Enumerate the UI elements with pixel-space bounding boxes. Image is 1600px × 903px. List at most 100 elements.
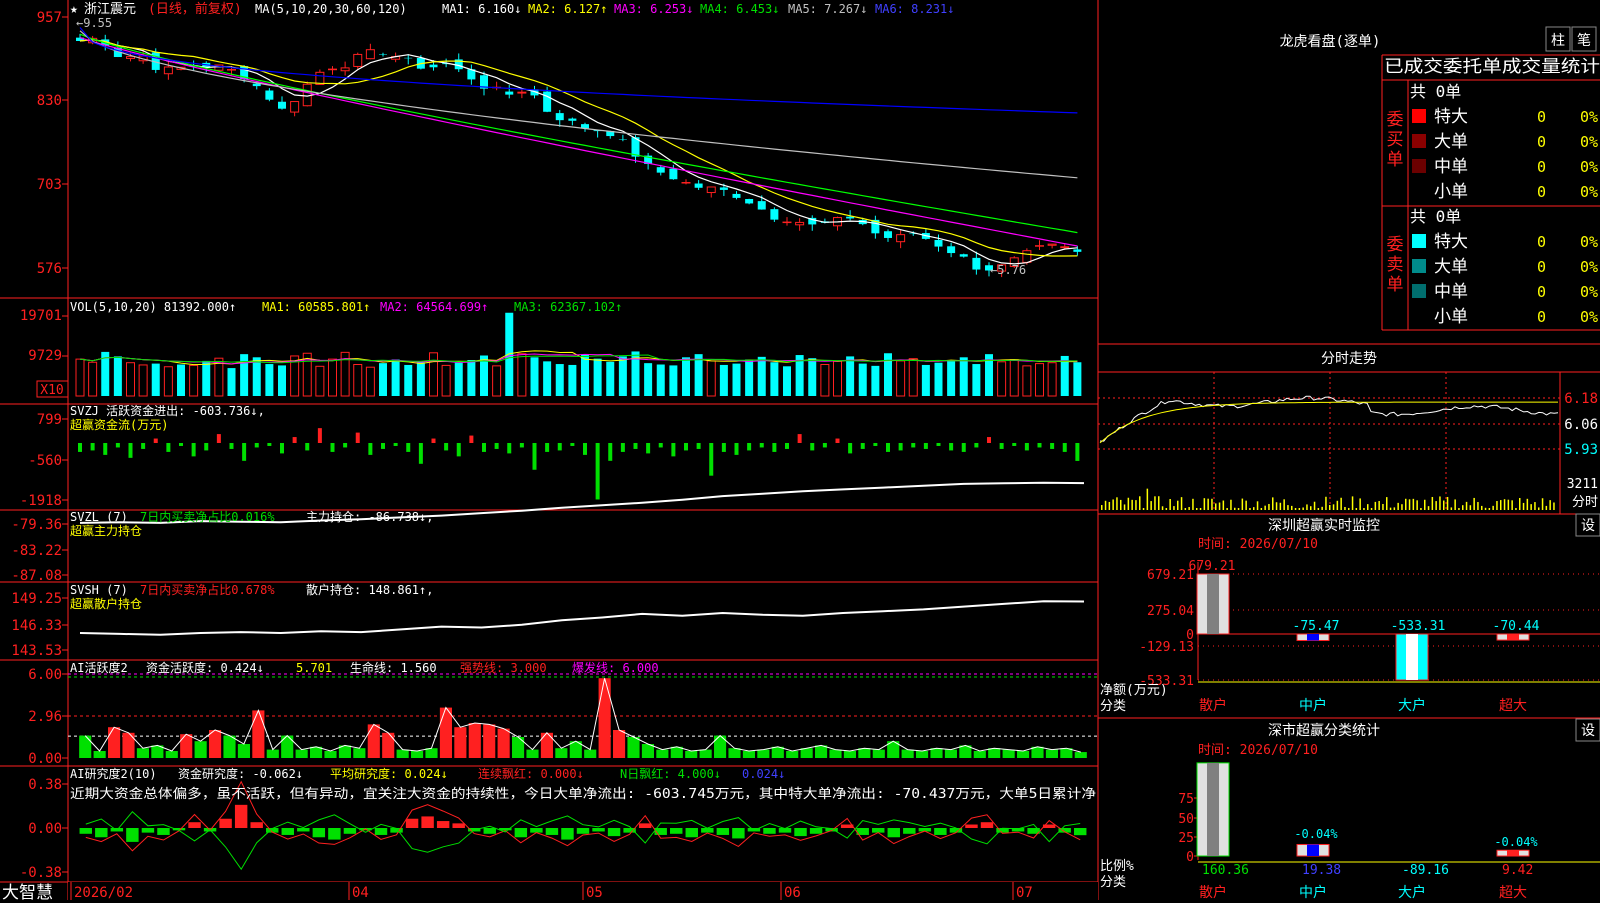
- monitor-category: 超大: [1499, 698, 1527, 714]
- flow-bar-negative: [936, 443, 941, 446]
- intraday-volume-bar: [1408, 499, 1411, 510]
- intraday-volume-bar: [1127, 497, 1130, 510]
- candle-up: [227, 69, 236, 71]
- classify-title: 深市超赢分类统计: [1268, 722, 1380, 739]
- y-tick-retail-hold: 146.33: [11, 618, 62, 634]
- order-pct: 0%: [1580, 158, 1598, 176]
- intraday-volume-bar: [1112, 499, 1114, 510]
- candle-down: [959, 254, 968, 257]
- active-bar: [468, 723, 481, 758]
- flow-bar-negative: [444, 443, 449, 451]
- order-pct: 0%: [1580, 183, 1598, 201]
- intraday-volume-bar: [1393, 507, 1396, 510]
- intraday-volume-bar: [1515, 508, 1517, 510]
- active-bar: [108, 727, 121, 758]
- sell-side-label: 单: [1387, 275, 1404, 295]
- intraday-volume-bar: [1245, 500, 1247, 510]
- volume-bar: [770, 362, 779, 396]
- volume-bar: [126, 362, 135, 397]
- active-bar: [584, 749, 597, 758]
- star-icon: ★: [70, 2, 78, 17]
- active-bar: [872, 749, 885, 758]
- active-bar: [627, 737, 640, 758]
- active-bar: [237, 744, 250, 758]
- candle-down: [278, 101, 286, 109]
- order-pct: 0%: [1580, 283, 1598, 301]
- candle-down: [884, 231, 892, 238]
- candle-down: [745, 198, 754, 204]
- x-tick: 2026/02: [74, 885, 133, 900]
- research-bar-negative: [592, 828, 605, 832]
- low-price-label: ←5.76: [990, 263, 1026, 277]
- legend-swatch: [1412, 159, 1426, 173]
- monitor-bar-inner: [1406, 634, 1418, 680]
- flow-bar-positive: [292, 437, 297, 443]
- monitor-settings-label: 设: [1581, 518, 1595, 534]
- intraday-volume-bar: [1188, 507, 1190, 510]
- volume-bar: [706, 360, 716, 397]
- intraday-volume-bar: [1256, 501, 1259, 510]
- intraday-volume-bar: [1503, 499, 1506, 510]
- active-bar: [93, 751, 106, 758]
- volume-bar: [846, 356, 855, 396]
- flow-bar-negative: [305, 443, 310, 451]
- monitor-axis-label2: 分类: [1100, 699, 1126, 714]
- candle-down: [265, 90, 274, 100]
- active-bar: [598, 678, 611, 758]
- y-tick-main-hold: -83.22: [11, 543, 62, 559]
- intraday-volume-bar: [1131, 499, 1133, 510]
- intraday-volume-bar: [1222, 500, 1225, 510]
- active-bar: [1002, 749, 1015, 758]
- y-tick-research: 0.00: [28, 821, 62, 837]
- intraday-y-tick: 6.06: [1564, 417, 1598, 433]
- stats-title: 已成交委托单成交量统计: [1384, 57, 1600, 77]
- y-tick-main: 576: [37, 261, 62, 277]
- active-bar: [685, 751, 698, 758]
- research-bar-negative: [79, 828, 92, 834]
- candle-up: [340, 67, 350, 72]
- active-bar: [973, 751, 986, 758]
- active-bar: [165, 751, 178, 758]
- research-bar-negative: [576, 828, 590, 834]
- intraday-volume-bar: [1420, 508, 1422, 510]
- flow-bar-negative: [128, 443, 133, 458]
- intraday-volume-bar: [1101, 505, 1103, 510]
- flow-bar-negative: [418, 443, 423, 464]
- volume-bar: [593, 358, 602, 396]
- intraday-volume-bar: [1443, 500, 1445, 510]
- volume-bar: [492, 365, 502, 397]
- volume-bar: [1073, 362, 1082, 396]
- research-bar-negative: [374, 828, 388, 835]
- intraday-volume-bar: [1378, 501, 1380, 510]
- research-bar-negative: [343, 828, 357, 834]
- flow-bar-negative: [1037, 443, 1042, 448]
- order-count: 0: [1537, 258, 1546, 276]
- y-tick-active: 2.96: [28, 709, 62, 725]
- volume-bar: [568, 364, 577, 396]
- volume-bar: [757, 356, 766, 396]
- flow-bar-negative: [406, 443, 411, 452]
- flow-bar-negative: [886, 443, 890, 452]
- intraday-volume-bar: [1355, 508, 1358, 510]
- intraday-volume-bar: [1291, 505, 1293, 510]
- intraday-volume-bar: [1294, 508, 1297, 510]
- flow-bar-negative: [999, 443, 1004, 449]
- research-value-extra: 0.024↓: [742, 767, 785, 781]
- classify-bar-label: -0.04%: [1494, 835, 1538, 849]
- active-bar: [901, 749, 914, 758]
- candle-down: [618, 139, 627, 140]
- volume-bar: [404, 364, 413, 396]
- flow-bar-negative: [343, 443, 348, 448]
- intraday-volume-bar: [1192, 498, 1194, 510]
- dragon-tiger-title: 龙虎看盘(逐单): [1280, 33, 1381, 50]
- active-bar: [497, 728, 510, 758]
- candle-down: [543, 91, 552, 112]
- continuous-red-value: 连续飘红: 0.000↓: [478, 766, 584, 781]
- active-bar: [526, 749, 539, 758]
- intraday-volume-bar: [1234, 507, 1236, 510]
- intraday-volume-bar: [1534, 502, 1536, 510]
- classify-bar-inner: [1307, 844, 1319, 856]
- x-tick: 04: [352, 885, 369, 900]
- active-bar: [483, 724, 496, 758]
- intraday-volume-bar: [1458, 508, 1460, 510]
